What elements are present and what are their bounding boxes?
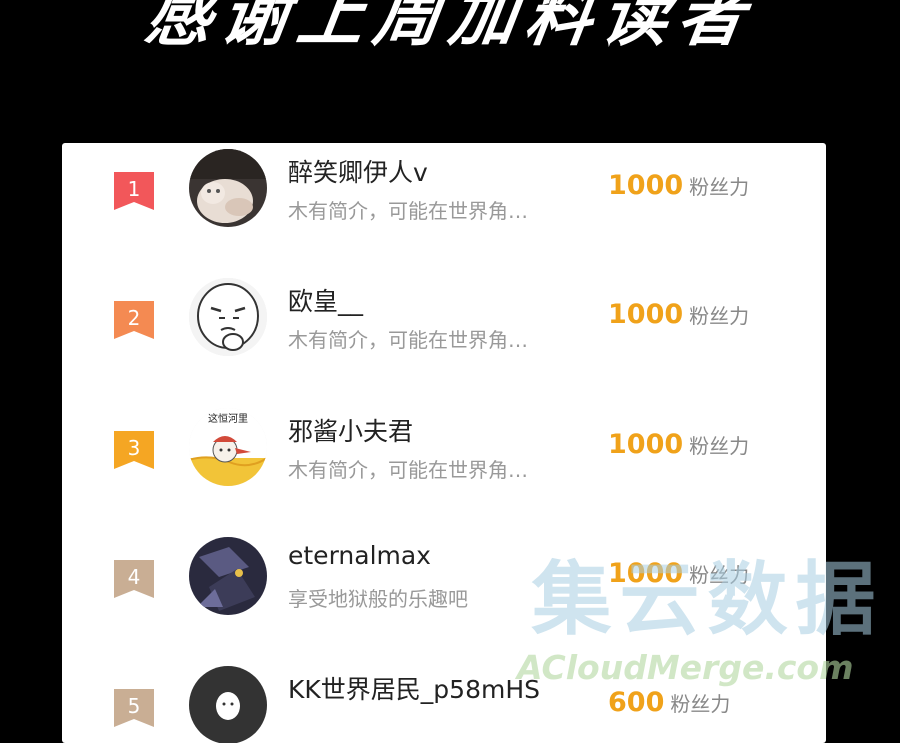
list-item[interactable]: 3 这恒河里 邪酱小夫君 木有简介，可能在世界角… 1000 粉丝力 [62,405,826,515]
user-name[interactable]: KK世界居民_p58mHS [288,670,540,706]
avatar[interactable] [189,149,267,227]
fans-count: 1000 [608,429,684,460]
user-name[interactable]: 醉笑卿伊人v [288,153,428,189]
page-title: 感谢上周加料读者 [140,0,760,55]
fans-count: 1000 [608,299,684,330]
fans-unit: 粉丝力 [689,563,750,587]
avatar[interactable] [189,278,267,356]
user-bio: 木有简介，可能在世界角… [288,458,528,482]
rank-number: 3 [127,436,141,460]
fans-count: 1000 [608,558,684,589]
fans-power: 1000 粉丝力 [608,558,749,589]
user-name[interactable]: 邪酱小夫君 [288,412,413,448]
fans-power: 1000 粉丝力 [608,429,749,460]
avatar[interactable] [189,537,267,615]
user-name[interactable]: eternalmax [288,541,431,570]
fans-power: 1000 粉丝力 [608,170,749,201]
fans-power: 1000 粉丝力 [608,299,749,330]
reader-ranking-list: 1 醉笑卿伊人v 木有简介，可能在世界角… 1000 粉丝力 2 欧皇__ 木有… [62,143,826,743]
user-bio: 木有简介，可能在世界角… [288,199,528,223]
avatar[interactable] [189,666,267,743]
rank-number: 2 [127,306,141,330]
rank-badge: 4 [114,560,154,598]
list-item[interactable]: 4 eternalmax 享受地狱般的乐趣吧 1000 粉丝力 [62,534,826,644]
fans-unit: 粉丝力 [689,175,750,199]
user-bio: 木有简介，可能在世界角… [288,328,528,352]
avatar-caption: 这恒河里 [208,414,248,425]
rank-badge: 3 [114,431,154,469]
avatar[interactable]: 这恒河里 [189,408,267,486]
rank-number: 4 [127,565,141,589]
rank-badge: 2 [114,301,154,339]
fans-unit: 粉丝力 [689,434,750,458]
rank-badge: 5 [114,689,154,727]
fans-unit: 粉丝力 [689,304,750,328]
user-bio: 享受地狱般的乐趣吧 [288,587,468,611]
list-item[interactable]: 1 醉笑卿伊人v 木有简介，可能在世界角… 1000 粉丝力 [62,146,826,256]
fans-count: 1000 [608,170,684,201]
user-name[interactable]: 欧皇__ [288,282,363,318]
fans-unit: 粉丝力 [670,692,731,716]
header-banner: 感谢上周加料读者 [0,0,900,55]
list-item[interactable]: 5 KK世界居民_p58mHS 600 粉丝力 [62,663,826,743]
rank-number: 1 [127,177,141,201]
rank-number: 5 [127,694,141,718]
list-item[interactable]: 2 欧皇__ 木有简介，可能在世界角… 1000 粉丝力 [62,275,826,385]
rank-badge: 1 [114,172,154,210]
